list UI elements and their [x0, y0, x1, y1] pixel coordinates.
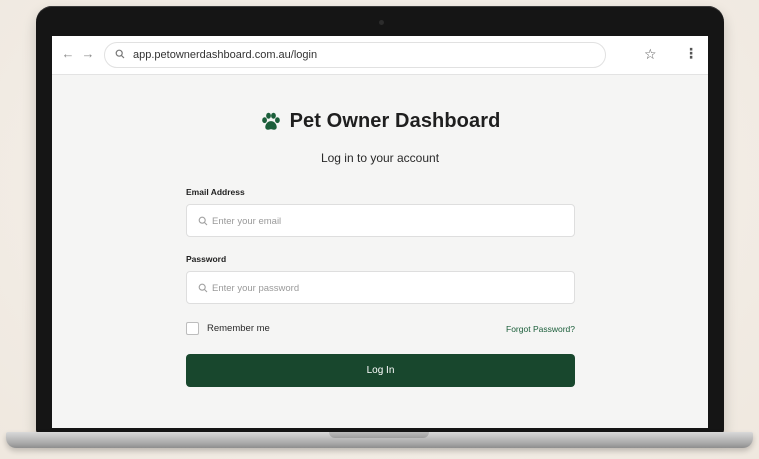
- remember-me-label[interactable]: Remember me: [207, 323, 270, 334]
- email-field-container: [186, 204, 575, 237]
- bookmark-star-icon[interactable]: ☆: [644, 46, 657, 62]
- password-field[interactable]: [212, 277, 562, 299]
- login-button[interactable]: Log In: [186, 354, 575, 387]
- forward-arrow-icon[interactable]: →: [80, 46, 96, 62]
- login-subtitle: Log in to your account: [320, 151, 440, 165]
- password-field-container: [186, 271, 575, 304]
- laptop-base: [6, 432, 753, 448]
- search-icon: [198, 283, 208, 293]
- laptop-screen: ← → app.petownerdashboard.com.au/login ☆…: [52, 36, 708, 428]
- camera-dot: [379, 20, 384, 25]
- search-icon: [198, 216, 208, 226]
- stage: ← → app.petownerdashboard.com.au/login ☆…: [0, 0, 759, 459]
- browser-toolbar: ← → app.petownerdashboard.com.au/login ☆…: [52, 36, 708, 75]
- password-label: Password: [186, 254, 227, 264]
- address-bar[interactable]: app.petownerdashboard.com.au/login: [104, 42, 606, 68]
- laptop-notch: [329, 432, 429, 438]
- back-arrow-icon[interactable]: ←: [60, 46, 76, 62]
- more-menu-icon[interactable]: ⋮: [684, 45, 698, 61]
- brand-header: Pet Owner Dashboard: [52, 110, 708, 138]
- url-text: app.petownerdashboard.com.au/login: [133, 49, 318, 61]
- remember-me-row: Remember me: [186, 322, 270, 335]
- laptop-bezel: ← → app.petownerdashboard.com.au/login ☆…: [36, 6, 724, 434]
- email-field[interactable]: [212, 210, 562, 232]
- brand-title: Pet Owner Dashboard: [289, 110, 501, 132]
- paw-icon: [261, 112, 280, 130]
- remember-me-checkbox[interactable]: [186, 322, 199, 335]
- forgot-password-link[interactable]: Forgot Password?: [506, 324, 575, 334]
- email-label: Email Address: [186, 187, 245, 197]
- search-icon: [115, 49, 125, 59]
